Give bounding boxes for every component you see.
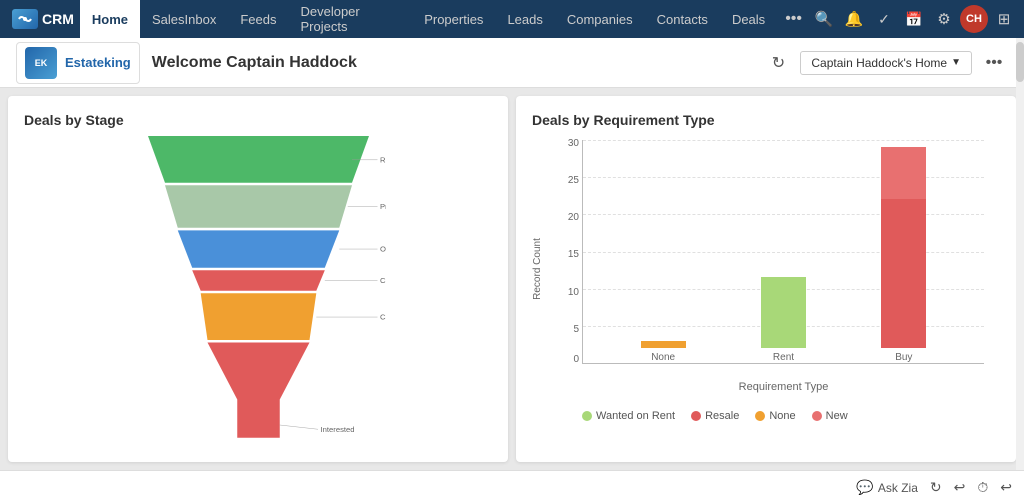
legend-wanted-on-rent: Wanted on Rent: [582, 410, 675, 422]
bell-icon[interactable]: 🔔: [840, 5, 868, 33]
svg-text:Contract Out: Contract Out: [380, 276, 386, 285]
bar-chart-container: Record Count 30 25 20 15 10: [532, 132, 1000, 406]
legend-dot-new: [812, 411, 822, 421]
bar-group-none: None: [641, 341, 686, 363]
chevron-down-icon: ▼: [951, 57, 961, 68]
status-undo-icon[interactable]: ↩: [954, 479, 966, 496]
svg-text:Recommendation: Recommendation: [380, 155, 386, 164]
crm-logo[interactable]: CRM: [6, 9, 80, 29]
bar-group-rent: Rent: [761, 277, 806, 363]
legend-none: None: [755, 410, 795, 422]
status-bar: 💬 Ask Zia ↻ ↩ ⏱ ↩: [0, 470, 1024, 504]
funnel-chart-area: Recommendation Property Selected Offer C…: [24, 136, 492, 442]
ask-zia-item[interactable]: 💬 Ask Zia: [856, 479, 917, 496]
home-dropdown[interactable]: Captain Haddock's Home ▼: [800, 51, 972, 75]
refresh-button[interactable]: ↻: [764, 49, 792, 77]
svg-text:Contract Signed: Contract Signed: [380, 313, 386, 322]
nav-item-contacts[interactable]: Contacts: [645, 0, 720, 38]
legend-dot-none: [755, 411, 765, 421]
funnel-chart-title: Deals by Stage: [24, 112, 492, 128]
legend-dot-resale: [691, 411, 701, 421]
status-settings-icon[interactable]: ↩: [1000, 479, 1012, 496]
nav-item-feeds[interactable]: Feeds: [228, 0, 288, 38]
nav-item-home[interactable]: Home: [80, 0, 140, 38]
scroll-thumb[interactable]: [1016, 42, 1024, 82]
home-dropdown-label: Captain Haddock's Home: [811, 56, 947, 70]
search-icon[interactable]: 🔍: [810, 5, 838, 33]
crm-logo-svg: [17, 13, 33, 25]
bar-buy-resale-segment: [881, 199, 926, 348]
top-navigation: CRM Home SalesInbox Feeds Developer Proj…: [0, 0, 1024, 38]
bar-label-rent: Rent: [773, 352, 794, 363]
logo-icon: [12, 9, 38, 29]
y-label-15: 15: [551, 249, 579, 260]
gear-icon[interactable]: ⚙: [930, 5, 958, 33]
header-actions: ↻ Captain Haddock's Home ▼ •••: [764, 49, 1008, 77]
bars-group: None Rent Buy: [583, 140, 984, 363]
header-bar: EK Estateking Welcome Captain Haddock ↻ …: [0, 38, 1024, 88]
bar-none-segment: [641, 341, 686, 348]
funnel-chart-card: Deals by Stage Recommendation: [8, 96, 508, 462]
welcome-text: Welcome Captain Haddock: [152, 54, 765, 72]
bar-group-buy: Buy: [881, 147, 926, 363]
bar-chart-card: Deals by Requirement Type Record Count 3…: [516, 96, 1016, 462]
header-more-button[interactable]: •••: [980, 49, 1008, 77]
main-content: Deals by Stage Recommendation: [0, 88, 1024, 470]
nav-items: Home SalesInbox Feeds Developer Projects…: [80, 0, 810, 38]
nav-action-icons: 🔍 🔔 ✓ 📅 ⚙ CH ⊞: [810, 5, 1018, 33]
bar-rent-stack: [761, 277, 806, 348]
company-logo-icon: EK: [25, 47, 57, 79]
bar-chart-title: Deals by Requirement Type: [532, 112, 1000, 128]
nav-item-salesinbox[interactable]: SalesInbox: [140, 0, 228, 38]
bar-chart-legend: Wanted on Rent Resale None New: [532, 410, 1000, 422]
y-label-5: 5: [551, 324, 579, 335]
legend-resale: Resale: [691, 410, 739, 422]
crm-logo-text: CRM: [42, 11, 74, 27]
y-axis-label: Record Count: [532, 238, 543, 300]
status-refresh-icon[interactable]: ↻: [930, 479, 942, 496]
y-label-20: 20: [551, 212, 579, 223]
nav-item-developer-projects[interactable]: Developer Projects: [288, 0, 412, 38]
x-axis-label: Requirement Type: [583, 381, 984, 393]
scroll-track: [1016, 38, 1024, 470]
ask-zia-icon: 💬: [856, 479, 873, 496]
nav-item-leads[interactable]: Leads: [495, 0, 554, 38]
y-label-30: 30: [551, 138, 579, 149]
bar-chart-area: 30 25 20 15 10 5 0: [582, 140, 984, 364]
nav-item-deals[interactable]: Deals: [720, 0, 777, 38]
svg-text:Interested: Interested: [320, 425, 354, 434]
svg-text:Offer: Offer: [380, 245, 386, 254]
status-history-icon[interactable]: ⏱: [977, 479, 988, 496]
bar-buy-stack: [881, 147, 926, 348]
ask-zia-label: Ask Zia: [878, 481, 918, 495]
svg-text:Property Selected: Property Selected: [380, 202, 386, 211]
calendar-icon[interactable]: 📅: [900, 5, 928, 33]
avatar[interactable]: CH: [960, 5, 988, 33]
nav-item-properties[interactable]: Properties: [412, 0, 495, 38]
legend-dot-wanted-on-rent: [582, 411, 592, 421]
bar-label-buy: Buy: [895, 352, 912, 363]
legend-new: New: [812, 410, 848, 422]
funnel-svg: Recommendation Property Selected Offer C…: [131, 136, 386, 442]
bar-label-none: None: [651, 352, 675, 363]
y-label-25: 25: [551, 175, 579, 186]
company-logo[interactable]: EK Estateking: [16, 42, 140, 84]
nav-item-companies[interactable]: Companies: [555, 0, 645, 38]
company-name: Estateking: [65, 55, 131, 70]
y-label-0: 0: [551, 354, 579, 365]
grid-icon[interactable]: ⊞: [990, 5, 1018, 33]
bar-none-stack: [641, 341, 686, 348]
y-label-10: 10: [551, 287, 579, 298]
bar-buy-new-segment: [881, 147, 926, 199]
calendar-check-icon[interactable]: ✓: [870, 5, 898, 33]
bar-rent-segment: [761, 277, 806, 348]
nav-more-button[interactable]: •••: [777, 0, 810, 38]
